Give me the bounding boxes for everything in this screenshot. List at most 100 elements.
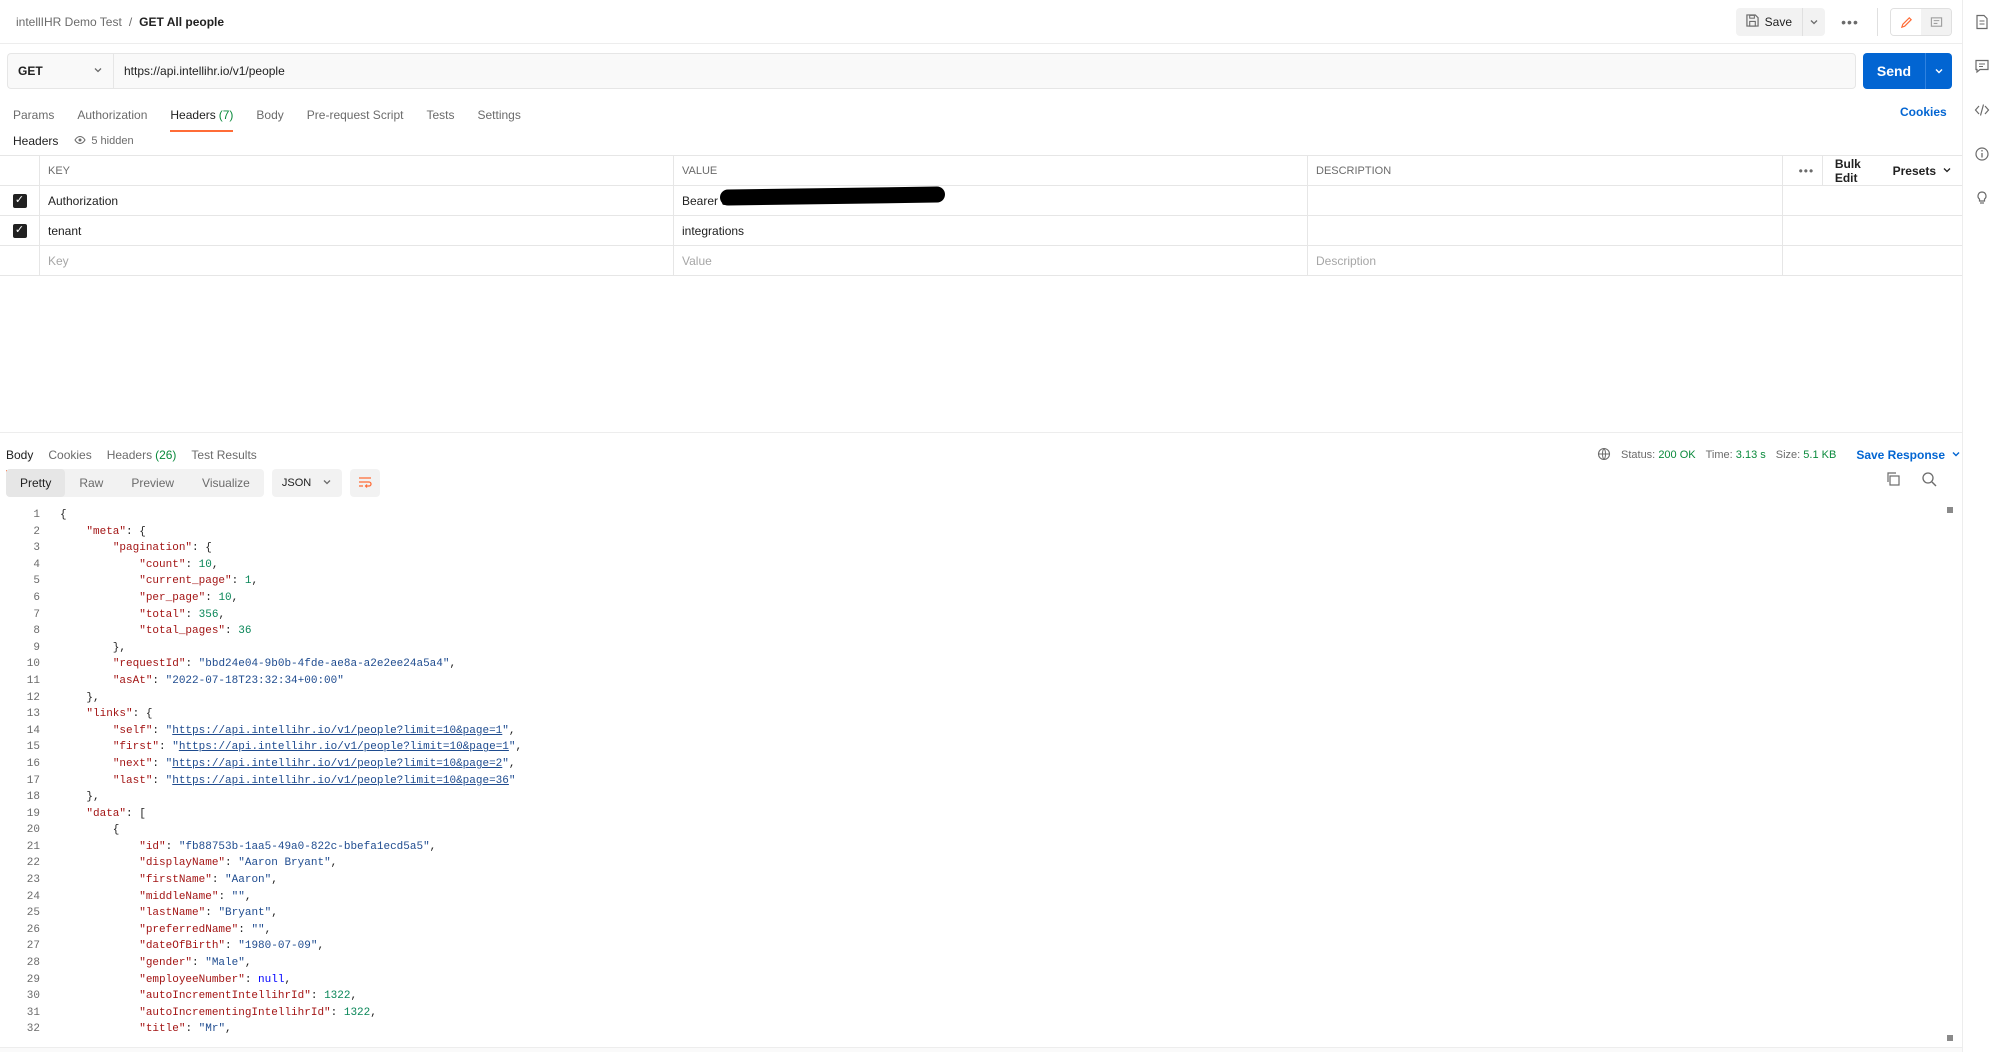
scroll-up-arrow[interactable]: [1947, 507, 1953, 513]
code-line: 3 "pagination": {: [0, 540, 1945, 557]
code-token: : {: [192, 542, 212, 555]
code-token: "displayName": [139, 857, 226, 870]
code-link[interactable]: https://api.intellihr.io/v1/people?limit…: [172, 725, 502, 737]
language-value: JSON: [281, 477, 312, 489]
scroll-down-arrow[interactable]: [1947, 1035, 1953, 1041]
row-checkbox[interactable]: ✓: [0, 216, 40, 245]
code-link[interactable]: https://api.intellihr.io/v1/people?limit…: [179, 741, 509, 753]
send-button[interactable]: Send: [1863, 53, 1925, 89]
line-number: 27: [26, 940, 40, 953]
response-code-view[interactable]: 1{2 "meta": {3 "pagination": {4 "count":…: [0, 507, 1945, 1041]
line-number: 7: [33, 608, 40, 621]
line-number: 25: [26, 907, 40, 920]
code-token: "id": [139, 840, 166, 853]
lightbulb-icon[interactable]: [1963, 176, 2000, 220]
tab-settings[interactable]: Settings: [478, 97, 521, 133]
cookies-link[interactable]: Cookies: [1900, 105, 1947, 119]
presets-dropdown[interactable]: Presets: [1893, 164, 1952, 178]
header-description[interactable]: [1308, 216, 1783, 245]
code-snippet-icon[interactable]: [1963, 88, 2000, 132]
code-line: 15 "first": "https://api.intellihr.io/v1…: [0, 739, 1945, 756]
code-line: 20 {: [0, 822, 1945, 839]
tab-authorization[interactable]: Authorization: [77, 97, 147, 133]
status-info[interactable]: Status: 200 OK: [1621, 449, 1696, 461]
code-line: 5 "current_page": 1,: [0, 573, 1945, 590]
code-text: {: [60, 507, 67, 524]
bulk-edit-button[interactable]: Bulk Edit: [1823, 157, 1893, 185]
table-header-row: KEY VALUE DESCRIPTION ••• Bulk Edit Pres…: [0, 155, 1962, 186]
save-options-caret[interactable]: [1803, 8, 1825, 36]
format-raw[interactable]: Raw: [65, 469, 117, 497]
method-value: GET: [18, 64, 43, 78]
send-options-caret[interactable]: [1925, 53, 1952, 89]
time-info[interactable]: Time: 3.13 s: [1706, 449, 1766, 461]
tab-headers[interactable]: Headers (7): [170, 97, 234, 133]
url-input[interactable]: https://api.intellihr.io/v1/people: [113, 53, 1856, 89]
info-icon[interactable]: [1963, 132, 2000, 176]
comments-icon[interactable]: [1963, 44, 2000, 88]
code-link[interactable]: https://api.intellihr.io/v1/people?limit…: [172, 758, 502, 770]
code-token: ,: [271, 907, 278, 920]
method-select[interactable]: GET: [7, 53, 113, 89]
line-number: 11: [26, 674, 40, 687]
table-row: ✓ tenant integrations: [0, 216, 1962, 246]
code-token: : [: [126, 807, 146, 820]
request-header-bar: intellIHR Demo Test / GET All people Sav…: [0, 0, 1962, 44]
column-header-key: KEY: [40, 156, 674, 185]
tab-count: (26): [155, 448, 177, 462]
code-token: "gender": [139, 957, 193, 970]
header-key[interactable]: Authorization: [40, 186, 674, 215]
hidden-headers-toggle[interactable]: 5 hidden: [68, 135, 139, 148]
tab-body[interactable]: Body: [256, 97, 283, 133]
code-token: ,: [429, 840, 437, 853]
format-preview[interactable]: Preview: [117, 469, 188, 497]
response-tab-cookies[interactable]: Cookies: [48, 437, 91, 473]
header-key[interactable]: tenant: [40, 216, 674, 245]
code-token: :: [310, 990, 325, 1003]
size-info[interactable]: Size: 5.1 KB: [1776, 449, 1837, 461]
row-checkbox[interactable]: ✓: [0, 186, 40, 215]
wrap-lines-button[interactable]: [349, 469, 380, 497]
request-name[interactable]: GET All people: [139, 15, 224, 29]
code-token: ,: [264, 923, 272, 936]
comment-mode-icon[interactable]: [1921, 9, 1951, 35]
documentation-icon[interactable]: [1963, 0, 2000, 44]
column-options-button[interactable]: •••: [1791, 155, 1823, 186]
code-token: :: [211, 874, 226, 887]
header-value[interactable]: integrations: [674, 216, 1308, 245]
code-text: "title": "Mr",: [60, 1021, 231, 1038]
more-actions-button[interactable]: •••: [1835, 8, 1865, 36]
format-pretty[interactable]: Pretty: [6, 469, 66, 497]
network-globe-icon[interactable]: [1597, 447, 1611, 464]
response-tab-body[interactable]: Body: [6, 437, 34, 473]
copy-icon[interactable]: [1885, 471, 1901, 490]
edit-mode-pencil-icon[interactable]: [1891, 9, 1921, 35]
code-scrollbar[interactable]: [1945, 507, 1955, 1041]
response-divider[interactable]: [0, 432, 1962, 433]
tab-pre-request-script[interactable]: Pre-request Script: [307, 97, 404, 133]
format-visualize[interactable]: Visualize: [188, 469, 264, 497]
header-description[interactable]: [1308, 186, 1783, 215]
breadcrumb-collection[interactable]: intellIHR Demo Test: [16, 15, 122, 29]
search-icon[interactable]: [1921, 471, 1937, 490]
new-value-input[interactable]: Value: [674, 246, 1308, 275]
code-token: "data": [86, 807, 127, 820]
tab-tests[interactable]: Tests: [426, 97, 454, 133]
response-tab-test-results[interactable]: Test Results: [191, 437, 256, 473]
new-key-input[interactable]: Key: [40, 246, 674, 275]
code-line: 18 },: [0, 789, 1945, 806]
save-response-button[interactable]: Save Response: [1856, 448, 1961, 462]
tab-params[interactable]: Params: [13, 97, 54, 133]
new-description-input[interactable]: Description: [1308, 246, 1783, 275]
code-token: : {: [126, 525, 146, 538]
code-link[interactable]: https://api.intellihr.io/v1/people?limit…: [172, 775, 509, 787]
line-number: 17: [26, 774, 40, 787]
language-select[interactable]: JSON: [271, 469, 342, 497]
response-tab-headers[interactable]: Headers (26): [107, 437, 177, 473]
save-button[interactable]: Save: [1736, 8, 1803, 36]
